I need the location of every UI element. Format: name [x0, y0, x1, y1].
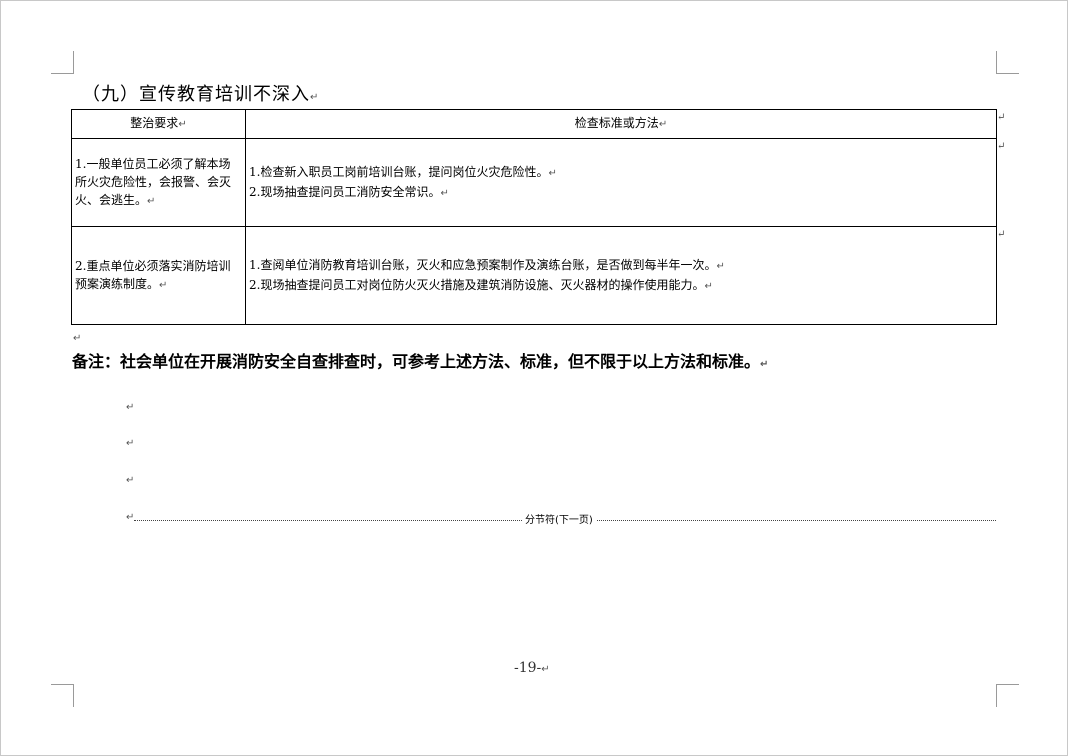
paragraph-mark-icon: ↵: [310, 92, 320, 103]
page-number: -19-↵: [514, 660, 550, 676]
row-end-mark-icon: ↵: [997, 141, 1006, 152]
section-break-label: 分节符(下一页): [522, 511, 596, 526]
paragraph-mark-icon: ↵: [147, 195, 156, 207]
section-heading: （九）宣传教育培训不深入↵: [82, 80, 319, 106]
paragraph-mark-icon: ↵: [126, 402, 135, 413]
requirement-cell: 1.一般单位员工必须了解本场所火灾危险性，会报警、会灭火、会逃生。↵: [71, 138, 246, 227]
method-cell: 1.查阅单位消防教育培训台账，灭火和应急预案制作及演练台账，是否做到每半年一次。…: [245, 226, 997, 325]
rectification-table: 整治要求↵ 检查标准或方法↵ 1.一般单位员工必须了解本场所火灾危险性，会报警、…: [71, 109, 997, 325]
table-row: 1.一般单位员工必须了解本场所火灾危险性，会报警、会灭火、会逃生。↵ 1.检查新…: [71, 138, 997, 227]
method-line: 1.检查新入职员工岗前培训台账，提问岗位火灾危险性。↵: [249, 164, 557, 179]
header-requirement: 整治要求↵: [71, 109, 246, 139]
table-row: 2.重点单位必须落实消防培训预案演练制度。↵ 1.查阅单位消防教育培训台账，灭火…: [71, 226, 997, 325]
crop-mark-bottom-right: [996, 684, 1019, 707]
paragraph-mark-icon: ↵: [760, 359, 769, 370]
paragraph-mark-icon: ↵: [541, 664, 550, 675]
method-cell: 1.检查新入职员工岗前培训台账，提问岗位火灾危险性。↵ 2.现场抽查提问员工消防…: [245, 138, 997, 227]
paragraph-mark-icon: ↵: [548, 167, 557, 179]
header-method: 检查标准或方法↵: [245, 109, 997, 139]
section-heading-text: （九）宣传教育培训不深入: [82, 84, 310, 105]
paragraph-mark-icon: ↵: [126, 475, 135, 486]
paragraph-mark-icon: ↵: [440, 187, 449, 199]
section-break: ↵ 分节符(下一页): [126, 511, 996, 526]
paragraph-mark-icon: ↵: [73, 333, 82, 344]
crop-mark-top-right: [996, 51, 1019, 74]
row-end-mark-icon: ↵: [997, 229, 1006, 240]
paragraph-mark-icon: ↵: [178, 119, 187, 130]
paragraph-mark-icon: ↵: [126, 512, 135, 523]
note-text: 备注：社会单位在开展消防安全自查排查时，可参考上述方法、标准，但不限于以上方法和…: [72, 352, 769, 371]
paragraph-mark-icon: ↵: [159, 279, 168, 291]
row-end-mark-icon: ↵: [997, 112, 1006, 123]
paragraph-mark-icon: ↵: [658, 119, 668, 130]
requirement-cell: 2.重点单位必须落实消防培训预案演练制度。↵: [71, 226, 246, 325]
paragraph-mark-icon: ↵: [716, 260, 725, 272]
paragraph-mark-icon: ↵: [704, 280, 713, 292]
method-line: 2.现场抽查提问员工消防安全常识。↵: [249, 184, 449, 199]
method-line: 1.查阅单位消防教育培训台账，灭火和应急预案制作及演练台账，是否做到每半年一次。…: [249, 257, 725, 272]
table-header-row: 整治要求↵ 检查标准或方法↵: [71, 109, 997, 139]
crop-mark-top-left: [51, 51, 74, 74]
crop-mark-bottom-left: [51, 684, 74, 707]
paragraph-mark-icon: ↵: [126, 438, 135, 449]
method-line: 2.现场抽查提问员工对岗位防火灭火措施及建筑消防设施、灭火器材的操作使用能力。↵: [249, 277, 713, 292]
